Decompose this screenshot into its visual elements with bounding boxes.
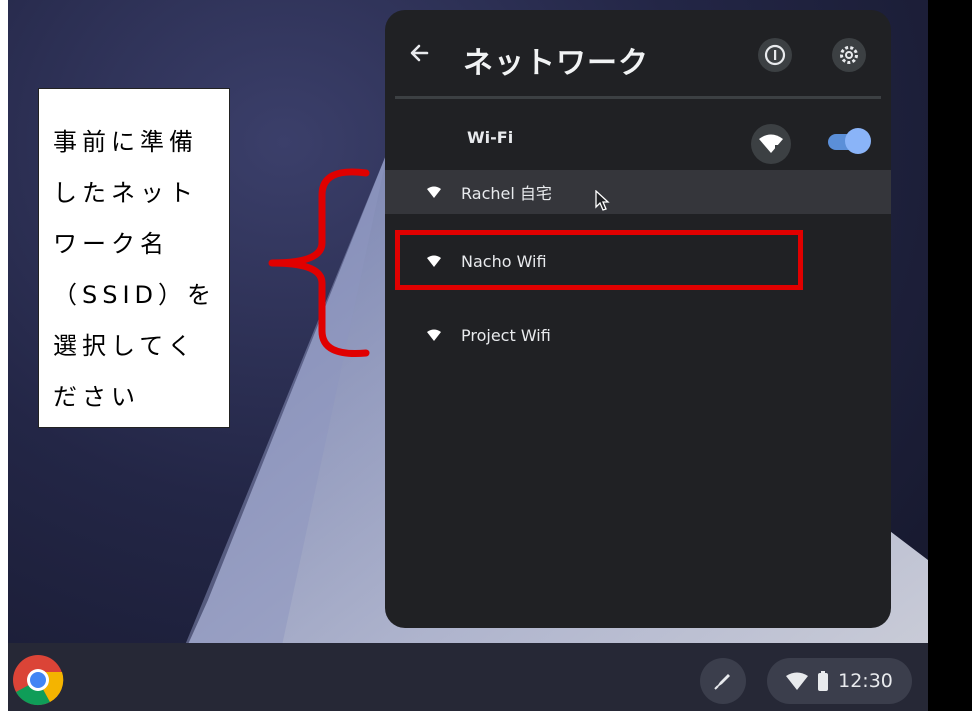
panel-header: ネットワーク — [385, 10, 891, 96]
wifi-toggle-knob[interactable] — [845, 128, 871, 154]
wifi-toggle-row[interactable]: Wi-Fi — [385, 106, 891, 168]
wifi-icon — [786, 672, 809, 690]
screen-edge — [928, 0, 972, 711]
network-panel: ネットワーク Wi-Fi Rachel 自宅 Nacho Wifi Projec… — [385, 10, 891, 628]
stylus-icon — [714, 674, 730, 690]
network-item-rachel[interactable]: Rachel 自宅 — [385, 170, 891, 214]
network-item-project[interactable]: Project Wifi — [385, 310, 891, 360]
wifi-icon — [427, 329, 441, 341]
info-icon[interactable] — [757, 37, 793, 73]
wifi-label: Wi-Fi — [467, 127, 514, 147]
header-divider — [395, 96, 881, 99]
wifi-icon — [759, 134, 783, 153]
page-title: ネットワーク — [463, 46, 649, 81]
stylus-button[interactable] — [700, 658, 746, 704]
chrome-icon[interactable] — [12, 654, 64, 706]
annotation-brace — [268, 168, 370, 358]
network-name: Project Wifi — [461, 325, 551, 345]
wifi-icon — [427, 186, 441, 198]
battery-icon — [818, 671, 829, 691]
settings-gear-icon[interactable] — [831, 37, 867, 73]
cursor-icon — [595, 190, 610, 211]
back-arrow-icon[interactable] — [405, 38, 435, 68]
network-name: Rachel 自宅 — [461, 184, 552, 203]
instruction-callout: 事前に準備 したネット ワーク名 （SSID）を 選択してく ださい — [38, 88, 230, 428]
status-tray[interactable]: 12:30 — [767, 658, 912, 704]
wifi-status-button[interactable] — [751, 124, 791, 164]
highlight-box — [395, 230, 803, 290]
clock-time: 12:30 — [838, 670, 893, 692]
